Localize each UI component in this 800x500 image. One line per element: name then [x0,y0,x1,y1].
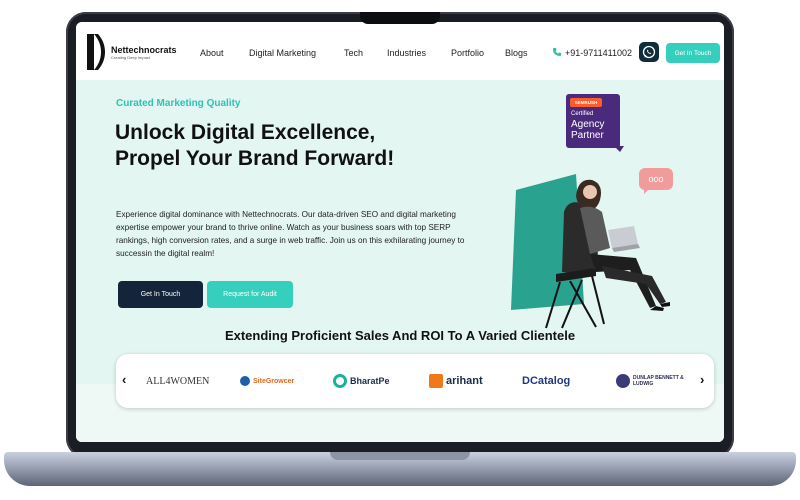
carousel-prev-button[interactable]: ‹ [122,372,126,387]
nav-about[interactable]: About [200,48,224,58]
woman-with-laptop-illustration [511,174,670,329]
dunlap-mark-icon [616,374,630,388]
hero-eyebrow: Curated Marketing Quality [116,98,241,109]
badge-agency-partner-text: Agency Partner [571,119,604,141]
client-logo-arihant: arihant [429,372,483,390]
hero-headline: Unlock Digital Excellence, Propel Your B… [115,121,395,170]
nav-digital-marketing[interactable]: Digital Marketing [249,48,316,58]
browser-screen: Nettechnocrats Creating Deep Impact Abou… [76,22,724,442]
client-name-dunlap: DUNLAP BENNETT & LUDWIG [633,375,684,387]
request-audit-button[interactable]: Request for Audit [207,281,293,308]
phone-number[interactable]: +91-9711411002 [565,48,632,58]
client-name-sitegrowcer: SiteGrowcer [253,377,295,385]
camera-notch [360,12,440,24]
sitegrowcer-mark-icon [240,376,250,386]
carousel-next-button[interactable]: › [700,372,704,387]
phone-icon [553,48,561,56]
badge-pointer [614,146,624,152]
bharatpe-mark-icon [333,374,347,388]
arihant-mark-icon [429,374,443,388]
client-name-bharatpe: BharatPe [350,376,390,386]
client-name-arihant: arihant [446,375,483,387]
nav-blogs[interactable]: Blogs [505,48,528,58]
nav-industries[interactable]: Industries [387,48,426,58]
clients-section-title: Extending Proficient Sales And ROI To A … [224,328,576,343]
semrush-logo: SEMRUSH [570,98,602,107]
nav-tech[interactable]: Tech [344,48,363,58]
hero-description: Experience digital dominance with Nettec… [116,210,465,258]
brand-name[interactable]: Nettechnocrats [111,45,177,55]
whatsapp-button[interactable] [639,42,659,62]
brand-logo-icon[interactable] [86,32,106,72]
badge-certified-text: Certified [571,111,594,117]
client-logo-all4women: ALL4WOMEN [146,375,210,387]
badge-agency-text: Agency [571,119,605,130]
get-in-touch-button[interactable]: Get In Touch [118,281,203,308]
nav-portfolio[interactable]: Portfolio [451,48,484,58]
client-logo-dunlap: DUNLAP BENNETT & LUDWIG [616,372,688,390]
top-navigation: Nettechnocrats Creating Deep Impact Abou… [76,22,724,80]
laptop-trackpad-groove [330,452,470,460]
client-logo-bharatpe: BharatPe [333,372,390,390]
badge-partner-text: Partner [571,130,604,141]
client-logo-dcatalog: DCatalog [522,375,571,387]
client-logo-carousel: ‹ › ALL4WOMEN SiteGrowcer BharatPe ariha… [116,354,714,408]
get-in-touch-nav-button[interactable]: Get In Touch [666,43,720,63]
client-logo-sitegrowcer: SiteGrowcer [240,372,294,390]
brand-tagline: Creating Deep Impact [111,55,150,60]
whatsapp-icon [642,45,656,59]
